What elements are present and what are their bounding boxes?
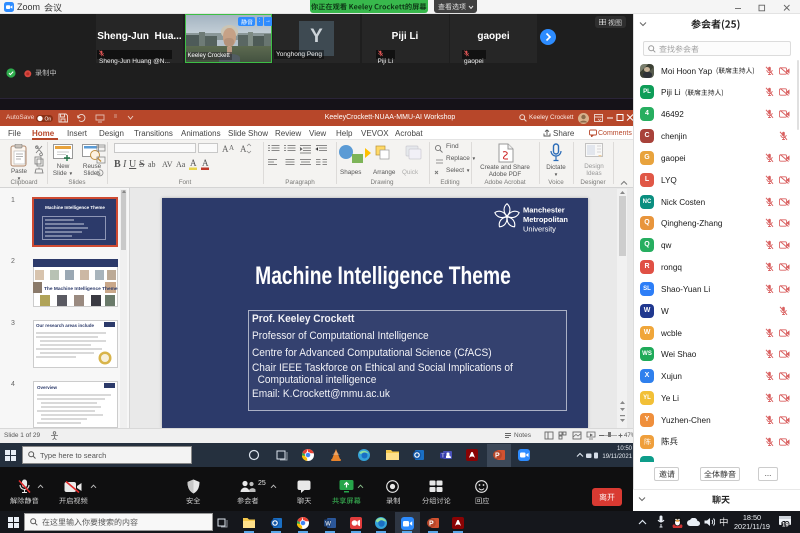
svg-text:AV: AV — [162, 160, 173, 169]
svg-text:P: P — [495, 453, 500, 460]
svg-text:A: A — [202, 158, 209, 168]
svg-text:U: U — [129, 159, 137, 170]
svg-text:A: A — [190, 158, 197, 168]
svg-text:A: A — [240, 144, 247, 154]
svg-text:W: W — [325, 522, 331, 528]
svg-text:University: University — [523, 225, 556, 234]
svg-text:S: S — [139, 159, 145, 170]
svg-text:Manchester: Manchester — [523, 206, 565, 215]
svg-text:Metropolitan: Metropolitan — [523, 215, 568, 224]
svg-text:19: 19 — [782, 523, 789, 528]
svg-text:On: On — [45, 116, 52, 122]
svg-text:Aa: Aa — [176, 160, 186, 169]
svg-text:The Machine Intelligence Theme: The Machine Intelligence Theme — [44, 286, 118, 292]
svg-text:P: P — [429, 521, 434, 528]
svg-text:Shapes: Shapes — [340, 169, 361, 176]
svg-text:B: B — [114, 159, 121, 170]
svg-text:ab: ab — [148, 160, 156, 169]
svg-text:A: A — [229, 144, 234, 152]
svg-text:A: A — [222, 144, 229, 154]
svg-text:Arrange: Arrange — [373, 169, 396, 176]
svg-text:I: I — [122, 159, 127, 170]
svg-text:Quick: Quick — [402, 169, 419, 176]
